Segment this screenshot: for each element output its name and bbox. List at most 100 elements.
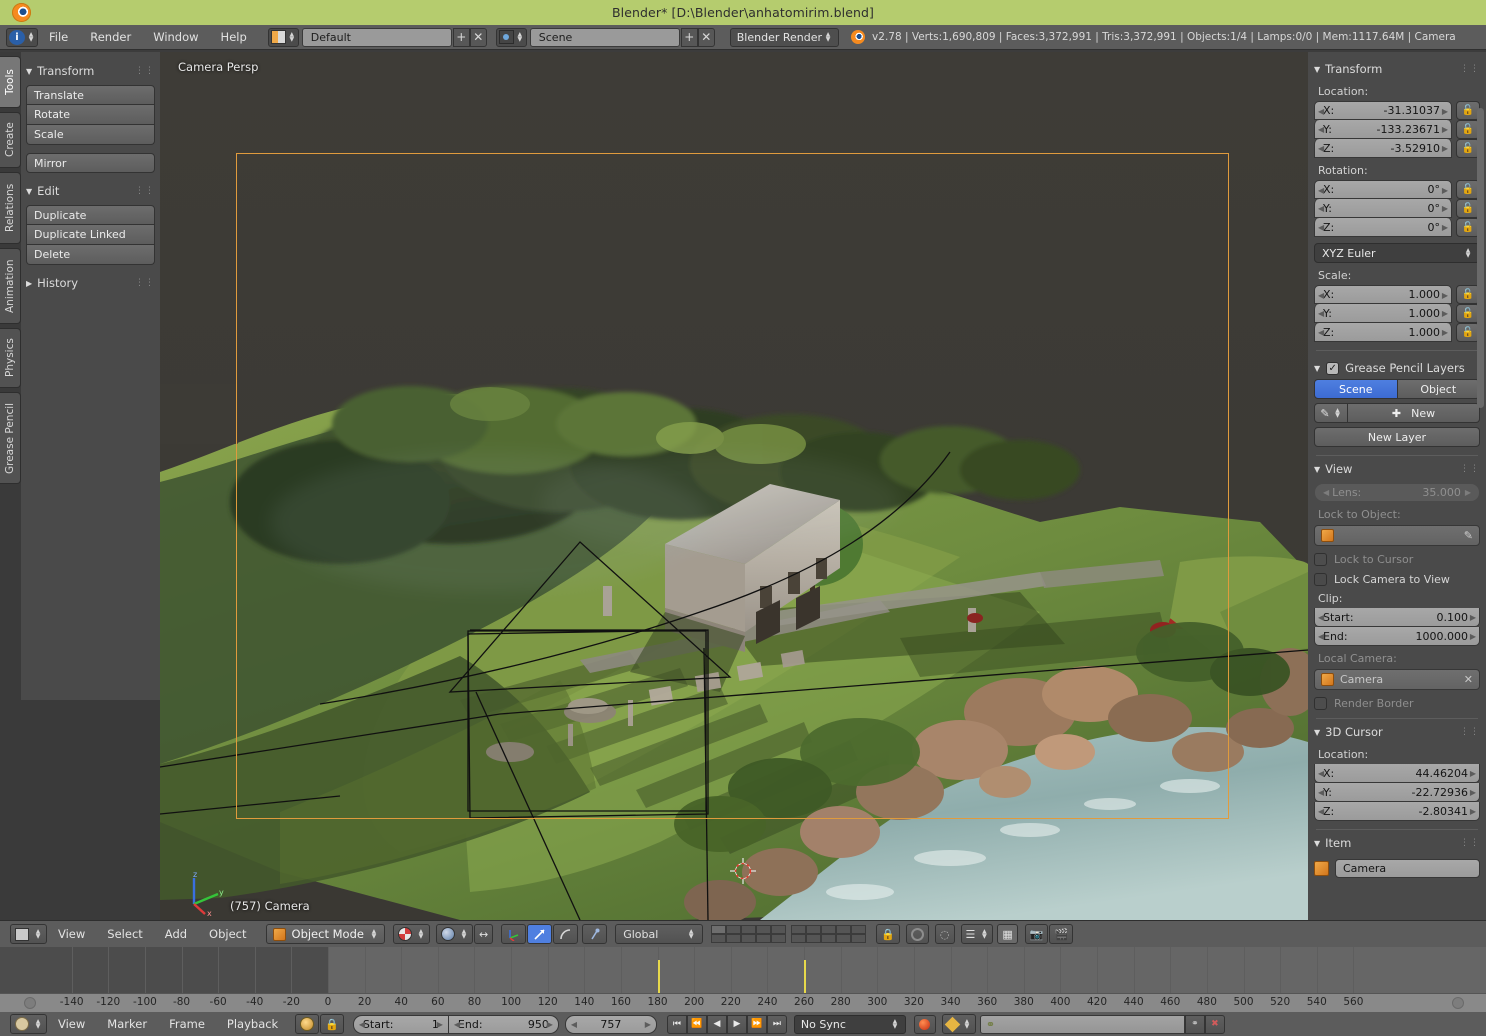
keyingset-selector[interactable]: ▲ ▼ <box>941 1014 976 1034</box>
mirror-button[interactable]: Mirror <box>26 153 155 173</box>
layer-cell[interactable] <box>836 934 852 943</box>
layer-cell[interactable] <box>711 925 727 934</box>
manipulator-toggle-button[interactable] <box>582 924 608 944</box>
layer-cell[interactable] <box>791 934 807 943</box>
new-layer-button[interactable]: New Layer <box>1314 427 1480 447</box>
delete-keyframe-button[interactable]: ✖ <box>1204 1014 1225 1034</box>
previous-keyframe-button[interactable]: ⏪ <box>686 1014 707 1034</box>
location-z-field[interactable]: ◀ Z: -3.52910 ▶ <box>1314 139 1452 158</box>
new-grease-pencil-button[interactable]: ✚ New <box>1348 403 1480 423</box>
lock-camera-to-view-checkbox[interactable] <box>1314 573 1327 586</box>
rotation-y-field[interactable]: ◀ Y: 0° ▶ <box>1314 199 1452 218</box>
play-reverse-button[interactable]: ◀ <box>706 1014 727 1034</box>
rotate-manipulator-button[interactable] <box>527 924 553 944</box>
layer-cell[interactable] <box>741 925 757 934</box>
record-button[interactable] <box>913 1014 936 1034</box>
timeline-editor-type-button[interactable]: ▲ ▼ <box>10 1014 47 1034</box>
auto-keyframe-button[interactable] <box>295 1014 320 1034</box>
layer-cell[interactable] <box>741 934 757 943</box>
location-y-field[interactable]: ◀ Y: -133.23671 ▶ <box>1314 120 1452 139</box>
view3d-menu-view[interactable]: View <box>47 927 96 941</box>
layer-cell[interactable] <box>756 934 772 943</box>
timeline-keyframe-marker[interactable] <box>804 960 807 993</box>
scene-selector[interactable]: ▲ ▼ <box>495 27 527 47</box>
snap-button[interactable]: ◌ <box>934 924 955 944</box>
render-opengl-animation-button[interactable]: 🎬 <box>1049 924 1074 944</box>
local-camera-field[interactable]: Camera ✕ <box>1314 669 1480 690</box>
layer-cell[interactable] <box>726 934 742 943</box>
grease-pencil-checkbox[interactable]: ✓ <box>1326 361 1340 375</box>
timeline-menu-frame[interactable]: Frame <box>158 1017 216 1031</box>
sidebar-item-animation[interactable]: Animation <box>0 248 21 324</box>
play-button[interactable]: ▶ <box>726 1014 747 1034</box>
active-keying-set-field[interactable]: ⚭ <box>979 1014 1185 1034</box>
scene-layers-grid[interactable] <box>711 925 867 943</box>
layer-cell[interactable] <box>851 925 867 934</box>
screen-layout-selector[interactable]: ▲ ▼ <box>267 27 299 47</box>
location-x-field[interactable]: ◀ X: -31.31037 ▶ <box>1314 101 1452 120</box>
layer-cell[interactable] <box>711 934 727 943</box>
tab-scene[interactable]: Scene <box>1314 379 1398 399</box>
clip-end-field[interactable]: ◀ End: 1000.000 ▶ <box>1314 627 1480 646</box>
insert-keyframe-button[interactable]: ⚭ <box>1184 1014 1205 1034</box>
layer-cell[interactable] <box>756 925 772 934</box>
layer-cell[interactable] <box>821 934 837 943</box>
sidebar-item-tools[interactable]: Tools <box>0 56 21 108</box>
info-editor-type-button[interactable]: i ▲ ▼ <box>6 27 38 47</box>
scale-manipulator-button[interactable] <box>553 924 579 944</box>
layer-cell[interactable] <box>791 925 807 934</box>
sidebar-item-grease-pencil[interactable]: Grease Pencil <box>0 392 21 484</box>
panel-header-3d-cursor[interactable]: ▼ 3D Cursor ⋮⋮ <box>1314 722 1480 742</box>
transform-orientation-selector[interactable]: Global ▲ ▼ <box>615 924 704 944</box>
item-object-name-field[interactable]: Camera <box>1335 859 1480 878</box>
layer-cell[interactable] <box>806 925 822 934</box>
interaction-mode-selector[interactable]: Object Mode ▲ ▼ <box>265 924 385 944</box>
layer-cell[interactable] <box>806 934 822 943</box>
menu-help[interactable]: Help <box>210 25 258 50</box>
translate-button[interactable]: Translate <box>26 85 155 105</box>
timeline-ruler[interactable]: -140 -120 -100 -80 -60 -40 -20 0 20 40 60 80 100 120 1… <box>0 993 1486 1012</box>
cursor-x-field[interactable]: ◀ X: 44.46204 ▶ <box>1314 764 1480 783</box>
proportional-edit-button[interactable] <box>905 924 929 944</box>
scene-name[interactable]: Scene <box>529 27 680 47</box>
current-frame-field[interactable]: ◀ 757 ▶ <box>564 1014 657 1034</box>
scale-y-field[interactable]: ◀ Y: 1.000 ▶ <box>1314 304 1452 323</box>
panel-header-view[interactable]: ▼ View ⋮⋮ <box>1314 459 1480 479</box>
lock-to-object-field[interactable]: ✎ <box>1314 525 1480 546</box>
layer-cell[interactable] <box>836 925 852 934</box>
auto-keyframe-lock-button[interactable]: 🔒 <box>320 1014 344 1034</box>
frame-end-field[interactable]: ◀ End: 950 ▶ <box>448 1014 559 1034</box>
render-view-button[interactable]: 📷 <box>1024 924 1049 944</box>
view3d-menu-object[interactable]: Object <box>198 927 257 941</box>
jump-to-start-button[interactable]: ⏮ <box>666 1014 687 1034</box>
view3d-editor-type-button[interactable]: ▲ ▼ <box>10 924 47 944</box>
duplicate-linked-button[interactable]: Duplicate Linked <box>26 225 155 245</box>
eyedropper-icon[interactable]: ✎ <box>1464 529 1473 542</box>
timeline-scrollbar-handle-right[interactable] <box>1452 997 1464 1009</box>
grease-pencil-browse-button[interactable]: ✎ ▲ ▼ <box>1314 403 1348 423</box>
lock-to-cursor-row[interactable]: Lock to Cursor <box>1314 553 1480 566</box>
sidebar-item-create[interactable]: Create <box>0 112 21 168</box>
menu-render[interactable]: Render <box>79 25 142 50</box>
panel-header-grease-pencil[interactable]: ▼ ✓ Grease Pencil Layers <box>1314 361 1480 375</box>
rotate-button[interactable]: Rotate <box>26 105 155 125</box>
frame-start-field[interactable]: ◀ Start: 1 ▶ <box>352 1014 449 1034</box>
render-engine-selector[interactable]: Blender Render ▲ ▼ <box>729 27 840 47</box>
duplicate-button[interactable]: Duplicate <box>26 205 155 225</box>
rotation-x-field[interactable]: ◀ X: 0° ▶ <box>1314 180 1452 199</box>
panel-header-transform-right[interactable]: ▼ Transform ⋮⋮ <box>1314 59 1480 79</box>
add-screen-layout-button[interactable]: + <box>452 27 470 47</box>
snap-increment-button[interactable]: ▦ <box>997 924 1018 944</box>
rotation-z-field[interactable]: ◀ Z: 0° ▶ <box>1314 218 1452 237</box>
align-to-transform-orientation-button[interactable]: ↔ <box>473 924 494 944</box>
view3d-menu-add[interactable]: Add <box>154 927 198 941</box>
properties-scrollbar[interactable] <box>1477 108 1484 408</box>
lock-object-modes-button[interactable]: 🔒 <box>876 924 900 944</box>
lock-to-cursor-checkbox[interactable] <box>1314 553 1327 566</box>
render-border-row[interactable]: Render Border <box>1314 697 1480 710</box>
lens-field[interactable]: ◀ Lens: 35.000 ▶ <box>1314 483 1480 502</box>
add-scene-button[interactable]: + <box>680 27 698 47</box>
tab-object[interactable]: Object <box>1397 379 1480 399</box>
panel-header-transform[interactable]: ▼ Transform ⋮⋮ <box>26 61 155 81</box>
layer-cell[interactable] <box>851 934 867 943</box>
